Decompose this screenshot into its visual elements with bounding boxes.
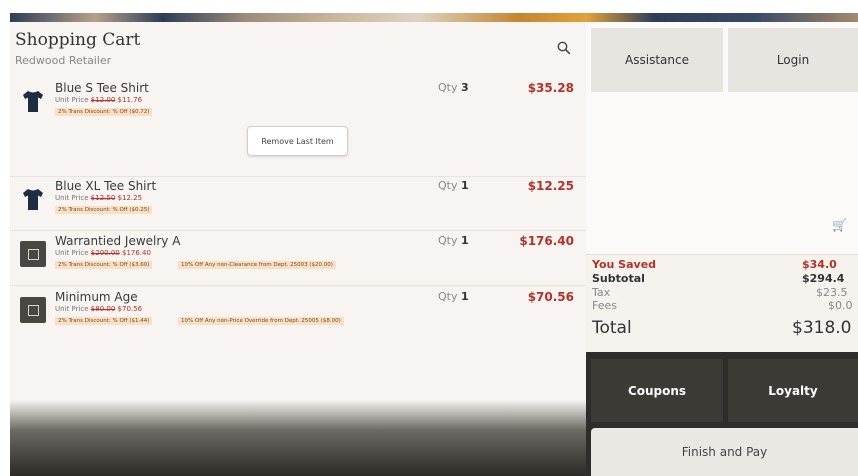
unit-price: Unit Price $80.00 $70.56 bbox=[55, 305, 143, 313]
original-price: $200.00 bbox=[90, 249, 120, 257]
product-placeholder-icon bbox=[20, 297, 46, 323]
discounted-price: $176.40 bbox=[121, 249, 151, 257]
unit-price: Unit Price $12.50 $12.25 bbox=[55, 194, 143, 202]
page-title: Shopping Cart bbox=[15, 30, 141, 50]
original-price: $80.00 bbox=[90, 305, 116, 313]
discount-badge: 2% Trans Discount: % Off ($0.72) bbox=[55, 108, 153, 116]
item-amount: $176.40 bbox=[519, 234, 574, 248]
divider bbox=[10, 176, 586, 177]
discount-badge: 10% Off Any non-Price Override from Dept… bbox=[178, 317, 344, 325]
bottom-shadow bbox=[10, 400, 586, 476]
discount-badge: 2% Trans Discount: % Off ($0.25) bbox=[55, 206, 153, 214]
item-name: Blue XL Tee Shirt bbox=[55, 179, 157, 193]
original-price: $12.00 bbox=[90, 96, 116, 104]
unit-price: Unit Price $12.00 $11.76 bbox=[55, 96, 143, 104]
search-icon[interactable] bbox=[557, 41, 571, 55]
item-quantity: Qty 1 bbox=[438, 179, 469, 192]
transaction-panel: Assistance Login 🛒 You Saved $34.0 Subtot… bbox=[586, 22, 858, 476]
item-name: Minimum Age bbox=[55, 290, 138, 304]
action-panel: Coupons Loyalty Finish and Pay bbox=[586, 352, 858, 476]
divider bbox=[10, 285, 586, 286]
discount-badge: 2% Trans Discount: % Off ($3.60) bbox=[55, 261, 153, 269]
item-name: Blue S Tee Shirt bbox=[55, 81, 149, 95]
discounted-price: $11.76 bbox=[117, 96, 143, 104]
item-quantity: Qty 3 bbox=[438, 81, 469, 94]
login-button[interactable]: Login bbox=[728, 28, 858, 92]
discounted-price: $12.25 bbox=[117, 194, 143, 202]
item-name: Warrantied Jewelry A bbox=[55, 234, 181, 248]
item-quantity: Qty 1 bbox=[438, 234, 469, 247]
item-amount: $12.25 bbox=[527, 179, 574, 193]
finish-and-pay-button[interactable]: Finish and Pay bbox=[591, 428, 858, 476]
discount-badge: 2% Trans Discount: % Off ($1.44) bbox=[55, 317, 153, 325]
discounted-price: $70.56 bbox=[117, 305, 143, 313]
divider bbox=[10, 230, 586, 231]
item-amount: $35.28 bbox=[527, 81, 574, 95]
remove-last-item-button[interactable]: Remove Last Item bbox=[247, 126, 348, 156]
totals-summary: You Saved $34.0 Subtotal $294.4 Tax $23.5 F… bbox=[586, 254, 858, 353]
tshirt-icon bbox=[23, 189, 43, 210]
product-placeholder-icon bbox=[20, 241, 46, 267]
discount-badge: 10% Off Any non-Clearance from Dept. 250… bbox=[178, 261, 336, 269]
coupons-button[interactable]: Coupons bbox=[591, 359, 723, 422]
original-price: $12.50 bbox=[90, 194, 116, 202]
unit-price: Unit Price $200.00 $176.40 bbox=[55, 249, 151, 257]
item-quantity: Qty 1 bbox=[438, 290, 469, 303]
cart-line-item[interactable]: Warrantied Jewelry A Unit Price $200.00 … bbox=[10, 233, 586, 285]
loyalty-button[interactable]: Loyalty bbox=[728, 359, 858, 422]
cart-icon: 🛒 bbox=[832, 218, 847, 232]
item-amount: $70.56 bbox=[527, 290, 574, 304]
assistance-button[interactable]: Assistance bbox=[591, 28, 723, 92]
store-name: Redwood Retailer bbox=[15, 54, 112, 67]
header-banner bbox=[10, 13, 858, 22]
cart-line-item[interactable]: Minimum Age Unit Price $80.00 $70.56 2% … bbox=[10, 289, 586, 341]
cart-line-item[interactable]: Blue XL Tee Shirt Unit Price $12.50 $12.… bbox=[10, 178, 586, 230]
tshirt-icon bbox=[23, 91, 43, 112]
